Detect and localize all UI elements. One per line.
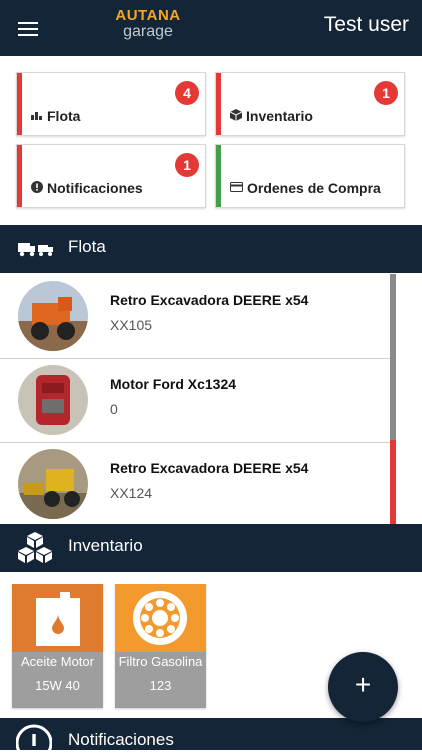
inventory-item[interactable]: Aceite Motor 15W 40	[12, 584, 103, 708]
boxes-icon	[16, 530, 54, 569]
section-header-inventario[interactable]: Inventario	[0, 524, 422, 572]
list-item[interactable]: Retro Excavadora DEERE x54 XX105	[0, 274, 390, 359]
inventory-name: Aceite Motor	[21, 654, 94, 669]
list-item[interactable]: Motor Ford Xc1324 0	[0, 358, 390, 443]
user-name[interactable]: Test user	[324, 13, 409, 37]
inventory-item[interactable]: Filtro Gasolina 123	[115, 584, 206, 708]
inventory-value: 15W 40	[35, 678, 80, 693]
scrollbar[interactable]	[390, 274, 396, 524]
card-accent	[17, 73, 22, 135]
vehicle-code: 0	[110, 401, 118, 417]
app-logo: AUTANA garage	[105, 8, 191, 44]
card-flota[interactable]: Flota 4	[16, 72, 206, 136]
card-label: Flota	[47, 108, 81, 124]
logo-text: AUTANA	[115, 7, 181, 24]
scrollbar-thumb[interactable]	[390, 274, 396, 440]
inventory-name: Filtro Gasolina	[118, 654, 203, 669]
inventory-value: 123	[149, 678, 172, 693]
bar-chart-icon	[31, 109, 43, 123]
menu-icon[interactable]	[16, 18, 40, 38]
section-header-notificaciones[interactable]: Notificaciones	[0, 718, 422, 755]
card-accent	[216, 73, 221, 135]
alert-icon	[31, 180, 43, 196]
vehicle-photo	[18, 449, 88, 519]
count-badge: 1	[175, 153, 199, 177]
card-label: Inventario	[246, 108, 313, 124]
vehicle-photo	[18, 365, 88, 435]
vehicle-name: Motor Ford Xc1324	[110, 376, 237, 392]
card-ordenes-de-compra[interactable]: Ordenes de Compra	[215, 144, 405, 208]
dashboard-cards: Flota 4 Inventario 1 Notificaciones 1 Or…	[0, 56, 422, 226]
vehicle-name: Retro Excavadora DEERE x54	[110, 292, 309, 308]
section-title: Flota	[68, 237, 106, 256]
card-inventario[interactable]: Inventario 1	[215, 72, 405, 136]
count-badge: 1	[374, 81, 398, 105]
section-header-flota[interactable]: Flota	[0, 225, 422, 273]
vehicle-name: Retro Excavadora DEERE x54	[110, 460, 309, 476]
vehicle-code: XX124	[110, 485, 153, 501]
card-accent	[216, 145, 221, 207]
card-accent	[17, 145, 22, 207]
card-label: Notificaciones	[47, 180, 143, 196]
vehicle-code: XX105	[110, 317, 153, 333]
app-header: AUTANA garage Test user	[0, 0, 422, 56]
list-item[interactable]: Retro Excavadora DEERE x54 XX124	[0, 442, 390, 524]
inventory-tile	[12, 584, 103, 652]
credit-card-icon	[230, 181, 243, 195]
section-title: Inventario	[68, 536, 143, 555]
inventory-tile	[115, 584, 206, 652]
cube-icon	[229, 108, 243, 124]
logo-subtext: garage	[123, 23, 173, 40]
count-badge: 4	[175, 81, 199, 105]
card-label: Ordenes de Compra	[247, 180, 381, 196]
alert-icon	[15, 724, 53, 755]
trucks-icon	[16, 235, 56, 266]
add-button[interactable]: +	[328, 652, 398, 722]
vehicle-photo	[18, 281, 88, 351]
fleet-list: Retro Excavadora DEERE x54 XX105 Motor F…	[0, 274, 422, 524]
section-title: Notificaciones	[68, 730, 174, 749]
scrollbar-indicator	[390, 440, 396, 524]
card-notificaciones[interactable]: Notificaciones 1	[16, 144, 206, 208]
